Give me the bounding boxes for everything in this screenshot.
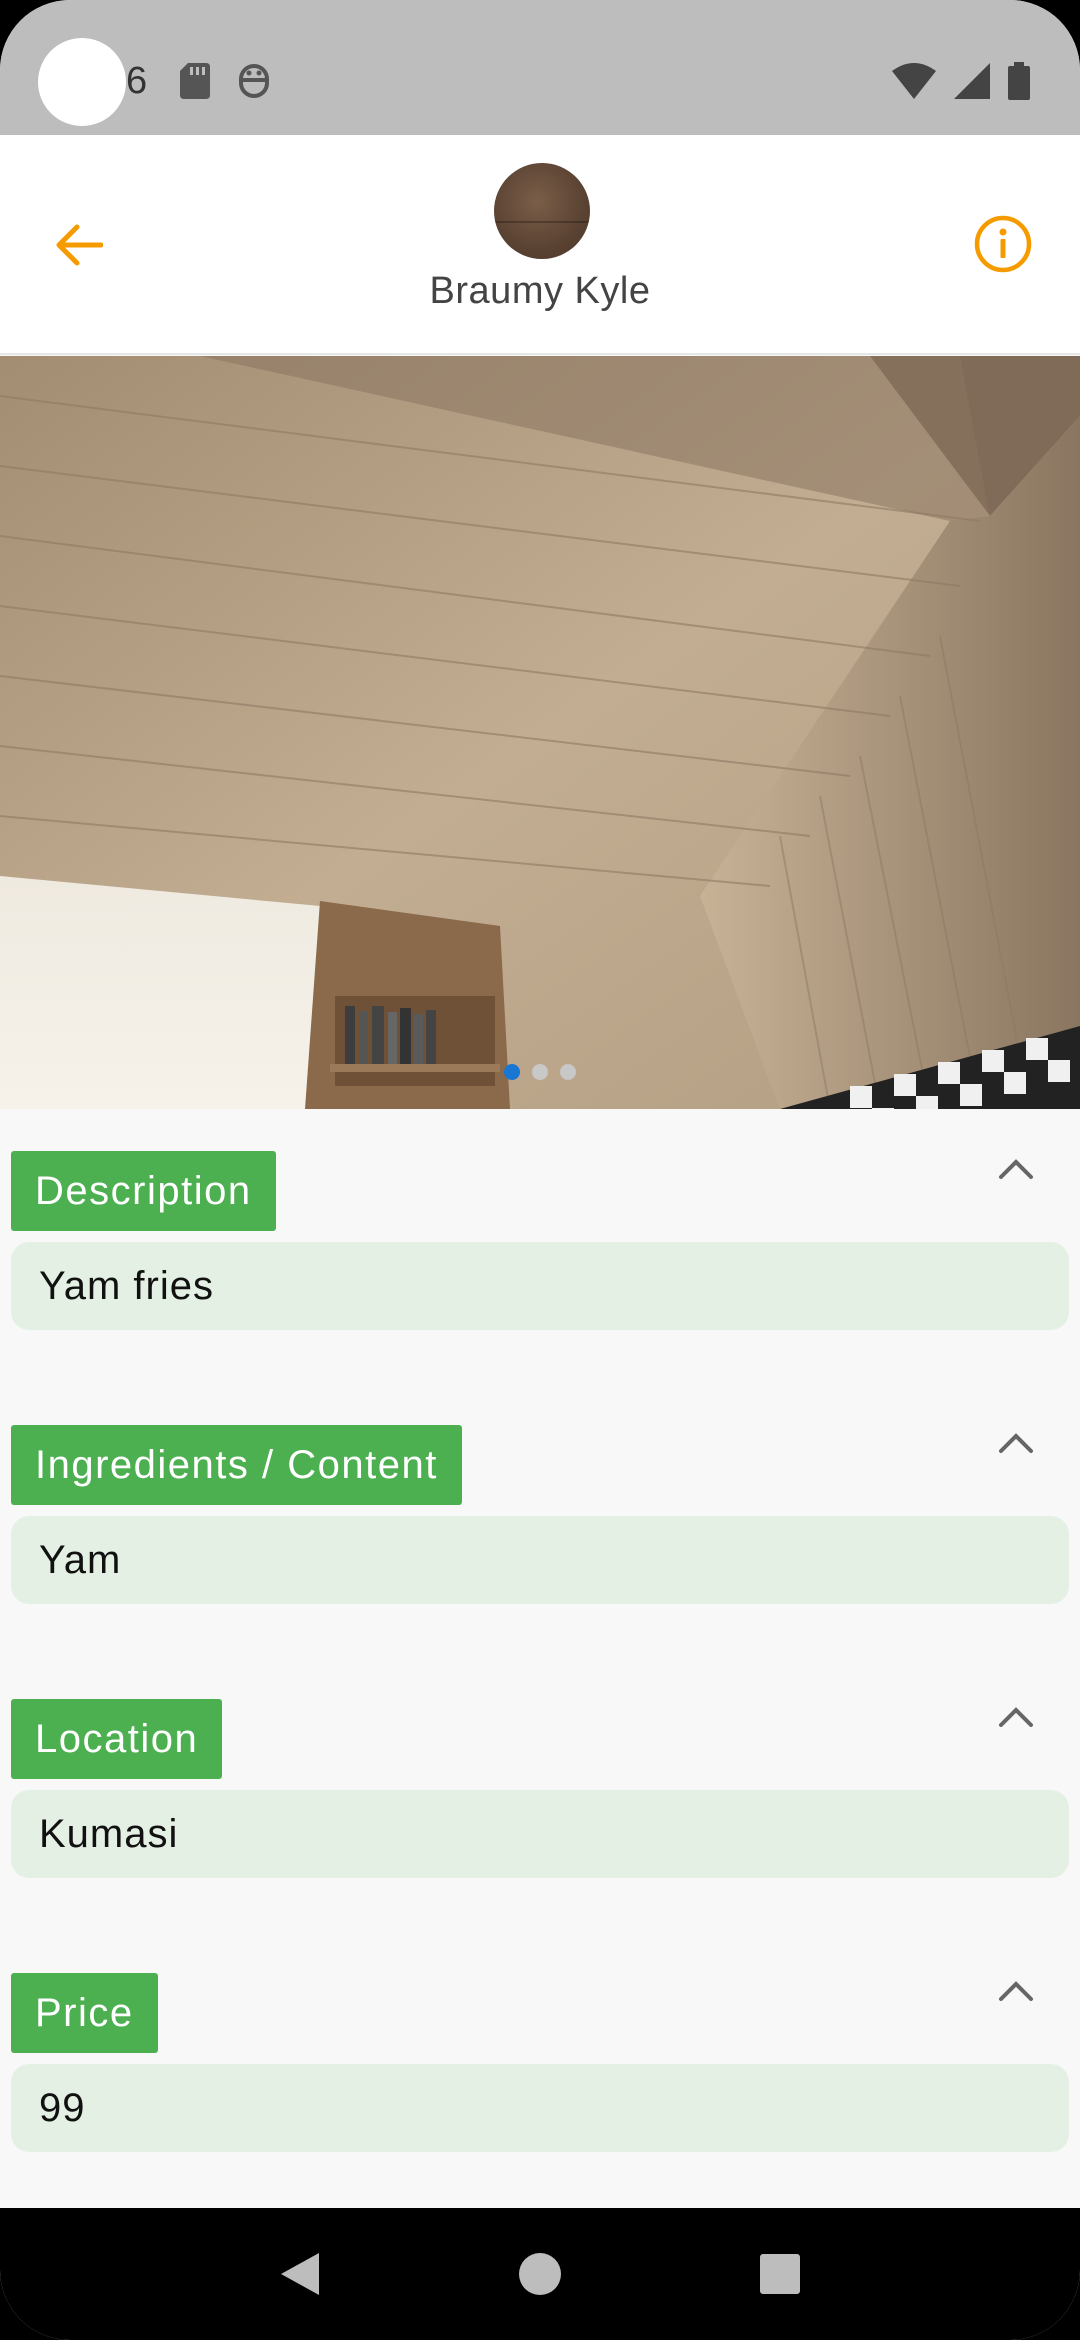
- carousel-dot-3[interactable]: [560, 1064, 576, 1080]
- recents-square-icon: [760, 2254, 800, 2294]
- battery-icon: [1008, 62, 1030, 105]
- collapse-toggle[interactable]: [988, 1423, 1044, 1463]
- info-icon: [974, 215, 1032, 273]
- section-value: Kumasi: [11, 1790, 1069, 1878]
- collapse-toggle[interactable]: [988, 1149, 1044, 1189]
- nav-home-button[interactable]: [510, 2244, 570, 2304]
- section-label: Price: [11, 1973, 158, 2053]
- section-ingredients: Ingredients / Content Yam: [0, 1383, 1080, 1653]
- section-description: Description Yam fries: [0, 1109, 1080, 1379]
- section-value: 99: [11, 2064, 1069, 2152]
- profile-name: Braumy Kyle: [429, 270, 651, 312]
- sd-card-icon: [180, 63, 210, 104]
- home-circle-icon: [519, 2253, 561, 2295]
- wifi-icon: [892, 63, 936, 104]
- chevron-up-icon: [999, 1981, 1033, 2001]
- photo-carousel[interactable]: [0, 356, 1080, 1109]
- chevron-up-icon: [999, 1707, 1033, 1727]
- camera-cutout: [38, 38, 126, 126]
- chevron-up-icon: [999, 1433, 1033, 1453]
- status-time: 6: [126, 60, 148, 102]
- back-button[interactable]: [48, 215, 108, 275]
- robot-icon: [238, 62, 270, 105]
- carousel-dot-2[interactable]: [532, 1064, 548, 1080]
- status-left-icons: [180, 62, 270, 105]
- section-location: Location Kumasi: [0, 1657, 1080, 1927]
- screen: 6 Braumy Kyle Description Yam fries Ingr…: [0, 0, 1080, 2340]
- arrow-back-icon: [56, 224, 103, 266]
- carousel-dot-1[interactable]: [504, 1064, 520, 1080]
- collapse-toggle[interactable]: [988, 1971, 1044, 2011]
- nav-recents-button[interactable]: [750, 2244, 810, 2304]
- system-nav-bar: [0, 2208, 1080, 2340]
- section-value: Yam: [11, 1516, 1069, 1604]
- profile-header: Braumy Kyle: [0, 135, 1080, 355]
- section-label: Description: [11, 1151, 276, 1231]
- cellular-signal-icon: [954, 63, 990, 104]
- back-triangle-icon: [281, 2253, 319, 2295]
- status-bar: 6: [0, 0, 1080, 135]
- info-button[interactable]: [970, 211, 1036, 277]
- section-value: Yam fries: [11, 1242, 1069, 1330]
- chevron-up-icon: [999, 1159, 1033, 1179]
- food-photo: [0, 356, 1080, 1109]
- status-right-icons: [892, 62, 1030, 105]
- section-label: Location: [11, 1699, 223, 1779]
- carousel-dots: [0, 1064, 1080, 1080]
- nav-back-button[interactable]: [270, 2244, 330, 2304]
- avatar[interactable]: [494, 163, 590, 259]
- section-price: Price 99: [0, 1931, 1080, 2201]
- collapse-toggle[interactable]: [988, 1697, 1044, 1737]
- section-label: Ingredients / Content: [11, 1425, 462, 1505]
